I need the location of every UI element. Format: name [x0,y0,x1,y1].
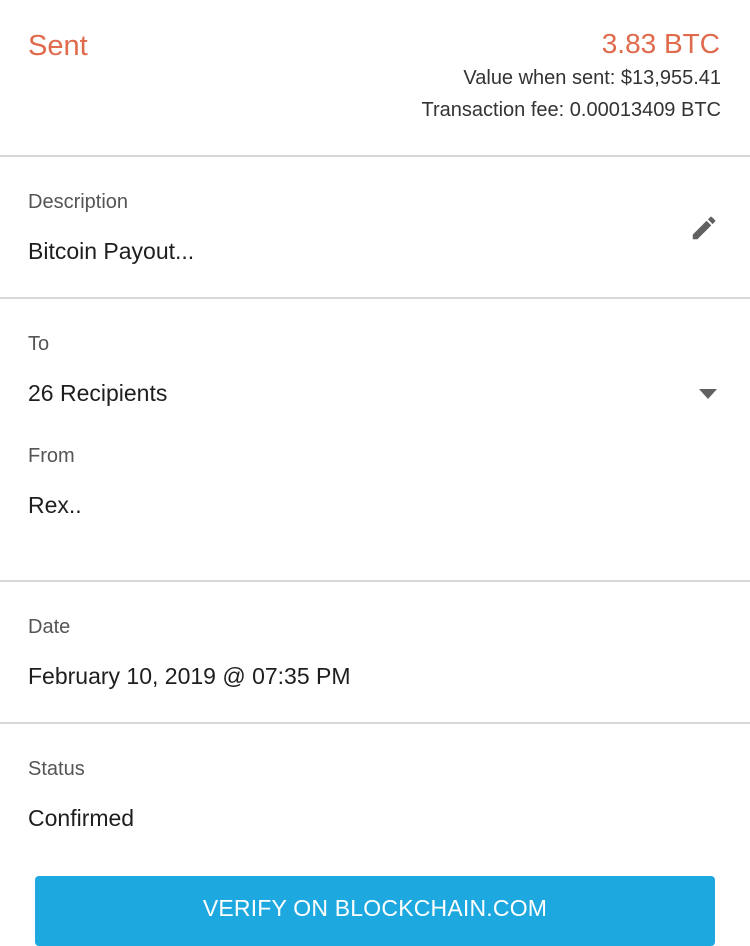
date-label: Date [28,616,71,638]
transaction-summary: Sent 3.83 BTC Value when sent: $13,955.4… [0,0,750,155]
edit-description-button[interactable] [686,210,722,246]
status-value: Confirmed [28,805,135,831]
caret-down-icon [699,389,717,399]
recipients-dropdown-button[interactable] [692,380,724,408]
description-label: Description [28,191,129,213]
pencil-icon-shape [692,216,716,240]
date-value: February 10, 2019 @ 07:35 PM [28,663,351,689]
divider [0,297,750,299]
transaction-fee: Transaction fee: 0.00013409 BTC [421,99,721,121]
recipients-value: 26 Recipients [28,380,168,406]
caret-down-icon-shape [699,389,717,399]
description-value: Bitcoin Payout... [28,238,195,264]
direction-label: Sent [28,30,88,62]
from-label: From [28,445,75,467]
amount-value: 3.83 BTC [601,28,720,59]
divider [0,155,750,157]
divider [0,580,750,582]
value-when-sent: Value when sent: $13,955.41 [463,67,721,89]
from-value: Rex.. [28,492,82,518]
status-label: Status [28,758,85,780]
divider [0,722,750,724]
to-label: To [28,333,50,355]
verify-on-blockchain-button[interactable]: VERIFY ON BLOCKCHAIN.COM [35,876,715,946]
pencil-icon [692,216,716,240]
